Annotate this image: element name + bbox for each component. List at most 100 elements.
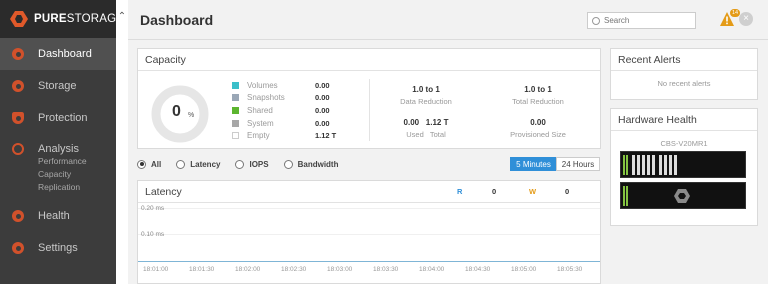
used-total-stat: 0.00 1.12 T Used Total (381, 118, 471, 139)
x-tick-label: 18:03:00 (327, 266, 353, 273)
pure-storage-logo-icon (9, 9, 29, 29)
provisioned-stat: 0.00 Provisioned Size (493, 118, 583, 139)
latency-write-value: 0 (565, 187, 570, 196)
time-range-5-minutes-button[interactable]: 5 Minutes (510, 157, 557, 171)
provisioned-label: Provisioned Size (510, 130, 566, 139)
sidebar-item-label: Health (38, 210, 70, 222)
sidebar-subitem-performance[interactable]: Performance (12, 155, 87, 168)
search-box[interactable] (587, 12, 696, 29)
time-range-24-hours-button[interactable]: 24 Hours (556, 157, 600, 171)
sidebar-nav: Dashboard Storage Protection Analysis Pe… (0, 38, 116, 264)
radio-all[interactable]: All (137, 159, 162, 169)
hardware-health-title: Hardware Health (611, 109, 757, 131)
latency-read-value: 0 (492, 187, 497, 196)
sidebar-item-storage[interactable]: Storage (0, 70, 116, 102)
topbar: Dashboard 14 × (128, 0, 768, 40)
total-reduction-value: 1.0 to 1 (524, 85, 552, 94)
gear-icon (12, 242, 24, 254)
chassis-rear-view[interactable] (620, 182, 746, 209)
health-icon (12, 210, 24, 222)
pure-storage-logo-icon (674, 189, 690, 203)
radio-iops[interactable]: IOPS (235, 159, 269, 169)
status-led (626, 186, 628, 206)
right-column: Recent Alerts No recent alerts Hardware … (604, 40, 768, 284)
radio-bandwidth[interactable]: Bandwidth (283, 159, 339, 169)
divider (369, 79, 370, 141)
radio-indicator[interactable] (235, 159, 245, 169)
x-tick-label: 18:04:30 (465, 266, 491, 273)
y-tick-label: 0.20 ms (141, 205, 165, 212)
capacity-title: Capacity (138, 49, 600, 71)
collapse-sidebar-chevron-up-icon[interactable]: ⌃ (116, 10, 128, 24)
capacity-percent-unit: % (188, 112, 195, 119)
capacity-percent-value: 0 (172, 103, 181, 120)
legend-label: Shared (247, 105, 273, 115)
sidebar-item-settings[interactable]: Settings (0, 232, 116, 264)
drive-slot (632, 155, 635, 175)
sidebar-item-label: Settings (38, 242, 78, 254)
sidebar-item-label: Analysis (38, 143, 79, 155)
drive-slot (664, 155, 667, 175)
used-total-label: Used Total (406, 130, 446, 139)
x-tick-label: 18:01:00 (143, 266, 169, 273)
radio-latency[interactable]: Latency (176, 159, 221, 169)
x-tick-label: 18:01:30 (189, 266, 215, 273)
drive-slot (674, 155, 677, 175)
radio-label: All (151, 159, 162, 169)
legend-row-snapshots: Snapshots 0.00 (232, 92, 336, 105)
legend-swatch-snapshots (232, 94, 239, 102)
capacity-legend: Volumes 0.00 Snapshots 0.00 Shared 0.00 … (232, 79, 336, 142)
x-tick-label: 18:02:00 (235, 266, 261, 273)
sidebar-subitem-capacity[interactable]: Capacity (12, 168, 71, 181)
legend-row-empty: Empty 1.12 T (232, 129, 336, 142)
legend-value: 1.12 T (315, 131, 337, 141)
radio-label: IOPS (249, 159, 269, 169)
legend-label: Empty (247, 131, 270, 141)
radio-label: Latency (190, 159, 221, 169)
main-content: Capacity 0 % Volumes 0.00 Snapshots 0.00… (128, 40, 604, 284)
recent-alerts-panel: Recent Alerts No recent alerts (610, 48, 758, 100)
legend-row-system: System 0.00 (232, 117, 336, 130)
gridline (138, 234, 600, 235)
radio-indicator[interactable] (176, 159, 186, 169)
latency-panel: Latency R 0 W 0 0.20 ms 0.10 ms 18:01:00… (137, 180, 601, 284)
drive-slot (669, 155, 672, 175)
chassis-front-view[interactable] (620, 151, 746, 178)
sidebar-item-label: Dashboard (38, 48, 92, 60)
legend-value: 0.00 (315, 118, 330, 128)
sidebar-item-dashboard[interactable]: Dashboard (0, 38, 116, 70)
sidebar-item-protection[interactable]: Protection (0, 102, 116, 134)
used-total-value: 0.00 1.12 T (403, 118, 449, 127)
radio-indicator[interactable] (283, 159, 293, 169)
close-icon[interactable]: × (739, 12, 753, 26)
legend-row-volumes: Volumes 0.00 (232, 79, 336, 92)
status-led (623, 186, 625, 206)
chassis-name: CBS-V20MR1 (660, 139, 708, 148)
dashboard-icon (12, 48, 24, 60)
latency-read-label: R (457, 187, 463, 196)
radio-indicator[interactable] (137, 159, 146, 169)
sidebar-item-label: Storage (38, 80, 77, 92)
x-tick-label: 18:05:30 (557, 266, 583, 273)
data-reduction-value: 1.0 to 1 (412, 85, 440, 94)
legend-label: System (247, 118, 274, 128)
sidebar-item-health[interactable]: Health (0, 200, 116, 232)
radio-label: Bandwidth (297, 159, 339, 169)
legend-value: 0.00 (315, 80, 330, 90)
gridline (138, 208, 600, 209)
storage-icon (12, 80, 24, 92)
sidebar-subitem-replication[interactable]: Replication (12, 181, 80, 194)
page-title: Dashboard (140, 12, 214, 28)
drive-slot (647, 155, 650, 175)
status-led (623, 155, 625, 175)
recent-alerts-empty-text: No recent alerts (657, 79, 711, 88)
total-reduction-label: Total Reduction (512, 97, 564, 106)
data-reduction-stat: 1.0 to 1 Data Reduction (381, 85, 471, 106)
legend-label: Volumes (247, 80, 278, 90)
search-input[interactable] (604, 16, 694, 25)
sidebar-item-analysis[interactable]: Analysis Performance Capacity Replicatio… (0, 134, 116, 198)
metric-filter: All Latency IOPS Bandwidth (137, 157, 353, 171)
latency-write-label: W (529, 187, 537, 196)
drive-slot (637, 155, 640, 175)
x-tick-label: 18:03:30 (373, 266, 399, 273)
